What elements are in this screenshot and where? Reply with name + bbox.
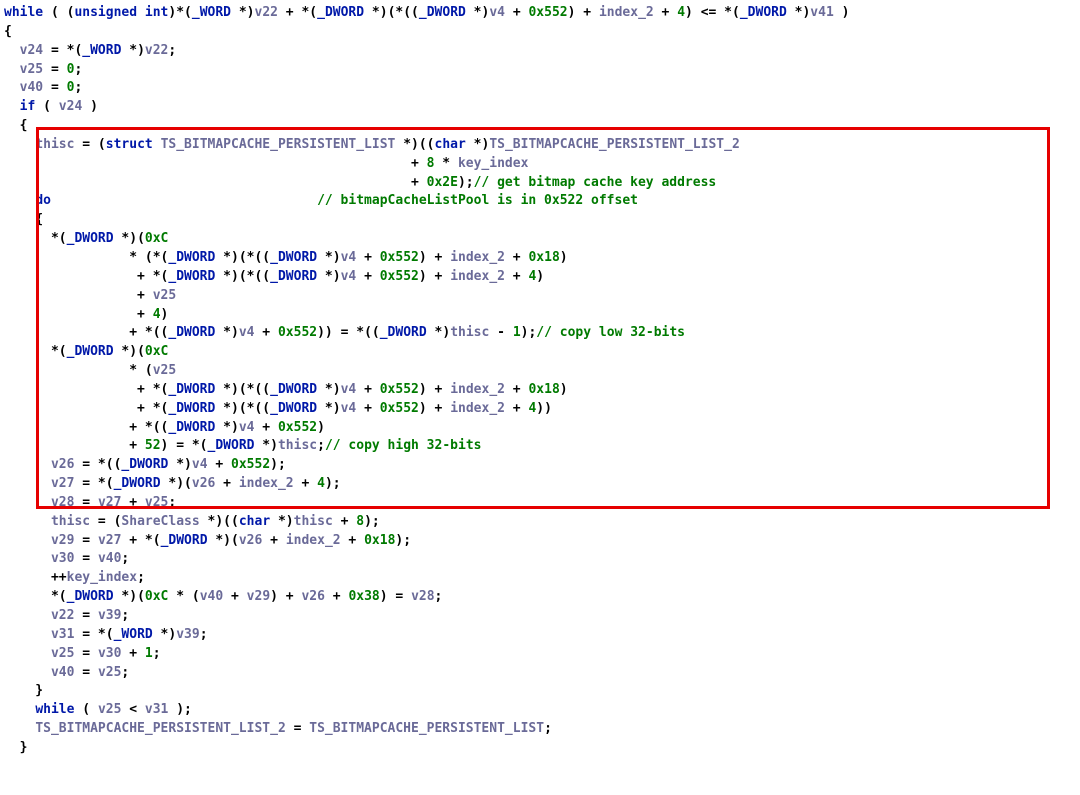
code-line: v40 = 0; xyxy=(4,80,82,95)
code-line: *(_DWORD *)(0xC xyxy=(4,344,168,359)
code-line: { xyxy=(4,118,27,133)
code-line: v27 = *(_DWORD *)(v26 + index_2 + 4); xyxy=(4,476,341,491)
code-line: v22 = v39; xyxy=(4,608,129,623)
code-line: + 8 * key_index xyxy=(4,156,528,171)
code-line: v25 = 0; xyxy=(4,62,82,77)
code-line: v29 = v27 + *(_DWORD *)(v26 + index_2 + … xyxy=(4,533,411,548)
code-line: + *((_DWORD *)v4 + 0x552)) = *((_DWORD *… xyxy=(4,325,685,340)
code-line: if ( v24 ) xyxy=(4,99,98,114)
code-line: *(_DWORD *)(0xC * (v40 + v29) + v26 + 0x… xyxy=(4,589,442,604)
code-line: * (*(_DWORD *)(*((_DWORD *)v4 + 0x552) +… xyxy=(4,250,568,265)
code-line: do // bitmapCacheListPool is in 0x522 of… xyxy=(4,193,638,208)
code-line: ++key_index; xyxy=(4,570,145,585)
code-line: while ( v25 < v31 ); xyxy=(4,702,192,717)
code-line: + v25 xyxy=(4,288,176,303)
code-line: v31 = *(_WORD *)v39; xyxy=(4,627,208,642)
code-line: v40 = v25; xyxy=(4,665,129,680)
code-viewport: while ( (unsigned int)*(_WORD *)v22 + *(… xyxy=(0,0,1080,758)
code-line: *(_DWORD *)(0xC xyxy=(4,231,168,246)
code-line: thisc = (ShareClass *)((char *)thisc + 8… xyxy=(4,514,380,529)
code-line: v28 = v27 + v25; xyxy=(4,495,176,510)
code-line: + *((_DWORD *)v4 + 0x552) xyxy=(4,420,325,435)
comment: // get bitmap cache key address xyxy=(474,175,717,190)
code-line: } xyxy=(4,683,43,698)
code-line: { xyxy=(4,212,43,227)
code-line: } xyxy=(4,740,27,755)
code-line: v25 = v30 + 1; xyxy=(4,646,161,661)
decompiled-code-block: while ( (unsigned int)*(_WORD *)v22 + *(… xyxy=(0,0,1080,758)
code-line: + *(_DWORD *)(*((_DWORD *)v4 + 0x552) + … xyxy=(4,269,544,284)
code-line: while ( (unsigned int)*(_WORD *)v22 + *(… xyxy=(4,5,849,20)
code-line: TS_BITMAPCACHE_PERSISTENT_LIST_2 = TS_BI… xyxy=(4,721,552,736)
comment: // bitmapCacheListPool is in 0x522 offse… xyxy=(317,193,638,208)
code-line: { xyxy=(4,24,12,39)
code-line: thisc = (struct TS_BITMAPCACHE_PERSISTEN… xyxy=(4,137,740,152)
code-line: + *(_DWORD *)(*((_DWORD *)v4 + 0x552) + … xyxy=(4,382,568,397)
comment: // copy low 32-bits xyxy=(536,325,685,340)
code-line: + 0x2E);// get bitmap cache key address xyxy=(4,175,716,190)
comment: // copy high 32-bits xyxy=(325,438,482,453)
code-line: v24 = *(_WORD *)v22; xyxy=(4,43,176,58)
code-line: * (v25 xyxy=(4,363,176,378)
code-line: + 4) xyxy=(4,307,168,322)
code-line: v30 = v40; xyxy=(4,551,129,566)
code-line: v26 = *((_DWORD *)v4 + 0x552); xyxy=(4,457,286,472)
code-line: + 52) = *(_DWORD *)thisc;// copy high 32… xyxy=(4,438,481,453)
code-line: + *(_DWORD *)(*((_DWORD *)v4 + 0x552) + … xyxy=(4,401,552,416)
